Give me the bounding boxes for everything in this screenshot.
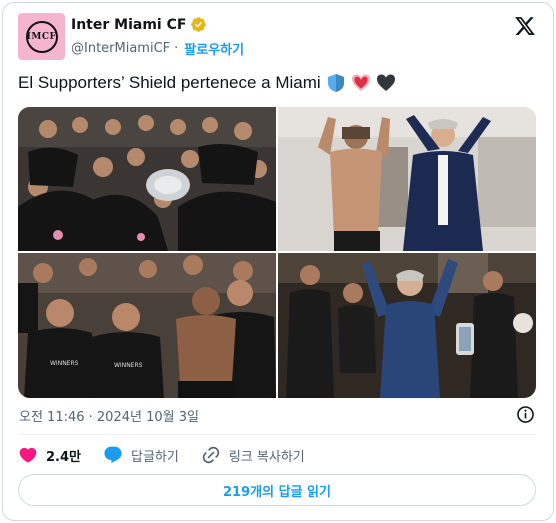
reply-bubble-icon — [104, 446, 122, 464]
verified-gold-badge-icon — [191, 17, 207, 32]
photo-3-image: WINNERS WINNERS — [18, 253, 276, 398]
divider — [18, 434, 536, 435]
action-bar: 2.4만 답글하기 링크 복사하기 — [18, 444, 327, 466]
tweet-timestamp[interactable]: 오전 11:46 · 2024년 10월 3일 — [19, 406, 199, 425]
copy-link-button[interactable]: 링크 복사하기 — [201, 445, 305, 465]
photo-4-image — [278, 253, 536, 398]
avatar[interactable]: IMCF — [18, 13, 65, 60]
name-line: Inter Miami CF — [71, 16, 207, 33]
read-replies-label: 219개의 답글 읽기 — [223, 484, 331, 500]
photo-players-posing-winners-shirts[interactable]: WINNERS WINNERS — [18, 253, 276, 398]
photo-2-image — [278, 107, 536, 251]
crest-text: IMCF — [26, 31, 57, 42]
tweet-text: El Supporters’ Shield pertenece a Miami — [18, 73, 396, 93]
black-heart-emoji-icon — [376, 74, 395, 91]
pink-heart-emoji-icon — [351, 74, 370, 91]
reply-label: 답글하기 — [131, 449, 179, 465]
like-button[interactable]: 2.4만 — [18, 445, 81, 465]
x-logo-icon[interactable] — [514, 15, 536, 37]
reply-button[interactable]: 답글하기 — [103, 445, 179, 465]
media-grid: WINNERS WINNERS — [18, 107, 536, 398]
copy-link-label: 링크 복사하기 — [228, 449, 305, 465]
info-icon[interactable] — [516, 405, 535, 424]
tweet-header: IMCF Inter Miami CF @InterMiamiCF · 팔로우하… — [18, 13, 536, 61]
photo-1-image — [18, 107, 276, 251]
tweet-text-content: El Supporters’ Shield pertenece a Miami — [18, 73, 321, 92]
follow-button[interactable]: 팔로우하기 — [184, 39, 244, 58]
like-count: 2.4만 — [46, 449, 81, 465]
svg-text:WINNERS: WINNERS — [50, 360, 79, 367]
account-name[interactable]: Inter Miami CF — [71, 17, 186, 33]
link-icon — [202, 446, 220, 464]
photo-owner-lifted-by-players[interactable] — [278, 253, 536, 398]
blue-shield-emoji-icon — [327, 74, 344, 92]
handle-line: @InterMiamiCF · 팔로우하기 — [71, 39, 244, 58]
heart-filled-icon — [19, 447, 37, 463]
crest-logo: IMCF — [25, 20, 58, 53]
svg-text:WINNERS: WINNERS — [114, 362, 143, 369]
photo-players-celebrating-locker-room[interactable] — [278, 107, 536, 251]
account-handle[interactable]: @InterMiamiCF — [71, 41, 170, 56]
photo-team-celebration-trophy[interactable] — [18, 107, 276, 251]
separator: · — [174, 41, 179, 56]
read-replies-button[interactable]: 219개의 답글 읽기 — [18, 474, 536, 506]
